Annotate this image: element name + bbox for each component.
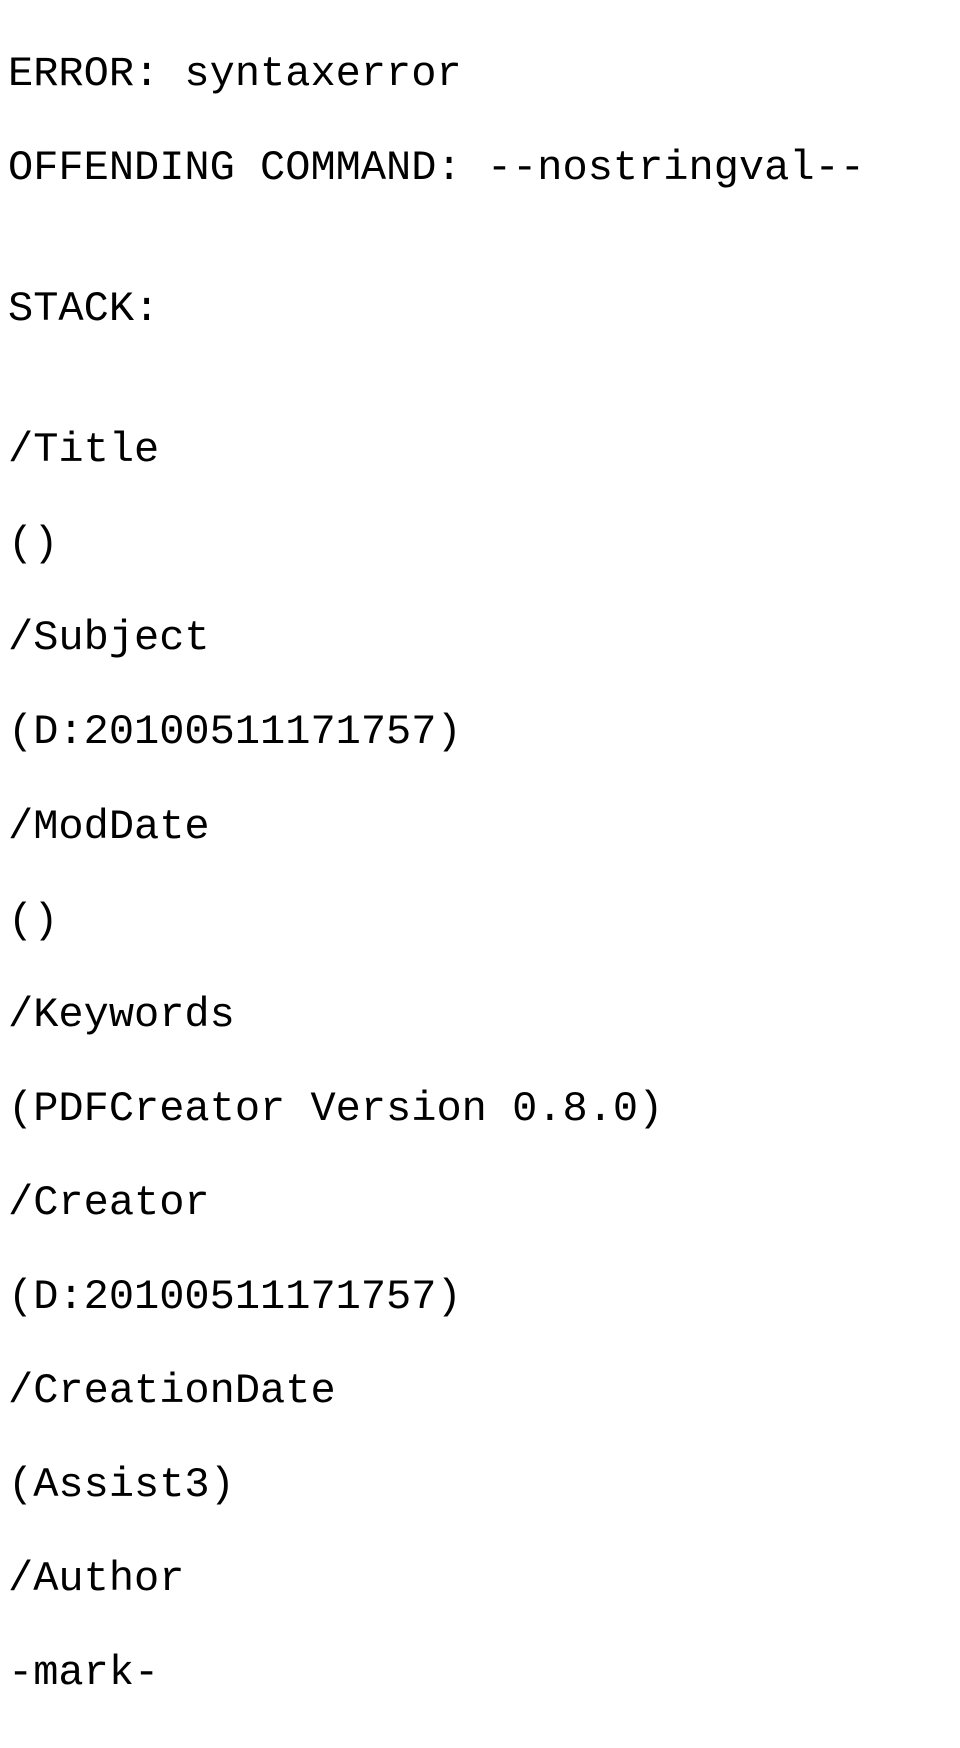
- stack-creationdate-key: /CreationDate: [8, 1368, 952, 1415]
- stack-title-value: (): [8, 521, 952, 568]
- error-line: ERROR: syntaxerror: [8, 51, 952, 98]
- stack-moddate-key: /ModDate: [8, 804, 952, 851]
- error-output: ERROR: syntaxerror OFFENDING COMMAND: --…: [0, 0, 960, 1748]
- stack-creator-key: /Creator: [8, 1180, 952, 1227]
- stack-title-key: /Title: [8, 427, 952, 474]
- stack-keywords-key: /Keywords: [8, 992, 952, 1039]
- stack-keywords-value: (PDFCreator Version 0.8.0): [8, 1086, 952, 1133]
- stack-creationdate-value: (Assist3): [8, 1462, 952, 1509]
- stack-subject-key: /Subject: [8, 615, 952, 662]
- stack-mark: -mark-: [8, 1650, 952, 1697]
- stack-author-key: /Author: [8, 1556, 952, 1603]
- stack-moddate-value: (): [8, 898, 952, 945]
- stack-header: STACK:: [8, 286, 952, 333]
- stack-subject-value: (D:20100511171757): [8, 709, 952, 756]
- offending-command-line: OFFENDING COMMAND: --nostringval--: [8, 145, 952, 192]
- stack-creator-value: (D:20100511171757): [8, 1274, 952, 1321]
